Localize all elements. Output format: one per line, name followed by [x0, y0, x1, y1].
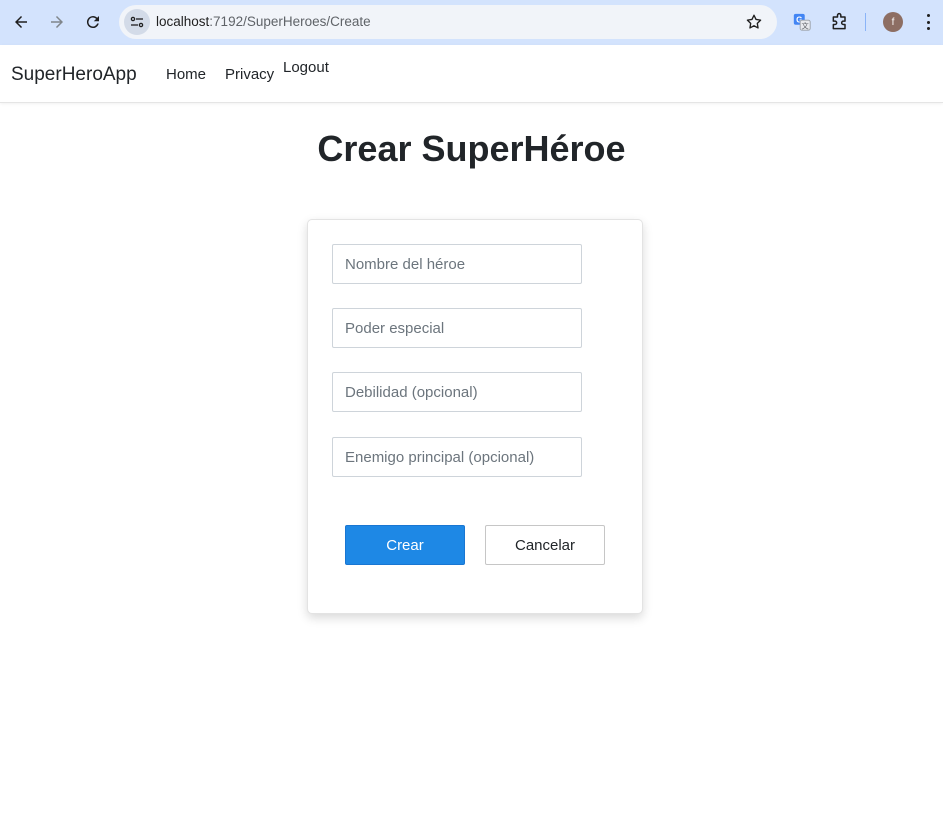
site-info-icon[interactable] — [124, 9, 150, 35]
browser-menu-icon[interactable] — [921, 12, 935, 32]
nav-logout-link[interactable]: Logout — [283, 59, 329, 76]
main-enemy-input[interactable] — [332, 437, 582, 477]
brand-link[interactable]: SuperHeroApp — [11, 64, 137, 86]
create-hero-form-card: Crear Cancelar — [307, 219, 643, 614]
browser-toolbar: localhost:7192/SuperHeroes/Create G文 f — [0, 0, 943, 45]
url-host: localhost — [156, 14, 210, 29]
url-path: :7192/SuperHeroes/Create — [209, 14, 371, 29]
page-title: Crear SuperHéroe — [317, 128, 626, 169]
weakness-input[interactable] — [332, 372, 582, 412]
translate-icon[interactable]: G文 — [791, 11, 813, 33]
bookmark-star-icon[interactable] — [745, 13, 763, 31]
toolbar-divider — [865, 13, 866, 31]
cancel-button[interactable]: Cancelar — [485, 525, 605, 565]
reload-icon[interactable] — [81, 10, 105, 34]
create-button[interactable]: Crear — [345, 525, 465, 565]
special-power-input[interactable] — [332, 308, 582, 348]
app-navbar: SuperHeroApp Home Privacy Logout — [0, 45, 943, 103]
forward-icon[interactable] — [45, 10, 69, 34]
nav-home-link[interactable]: Home — [166, 66, 206, 83]
avatar-letter: f — [891, 16, 895, 28]
svg-text:文: 文 — [802, 21, 810, 30]
url-text: localhost:7192/SuperHeroes/Create — [156, 14, 371, 29]
profile-avatar[interactable]: f — [883, 12, 903, 32]
address-bar[interactable]: localhost:7192/SuperHeroes/Create — [119, 5, 777, 39]
back-icon[interactable] — [9, 10, 33, 34]
nav-privacy-link[interactable]: Privacy — [225, 66, 274, 83]
extensions-icon[interactable] — [829, 11, 851, 33]
hero-name-input[interactable] — [332, 244, 582, 284]
